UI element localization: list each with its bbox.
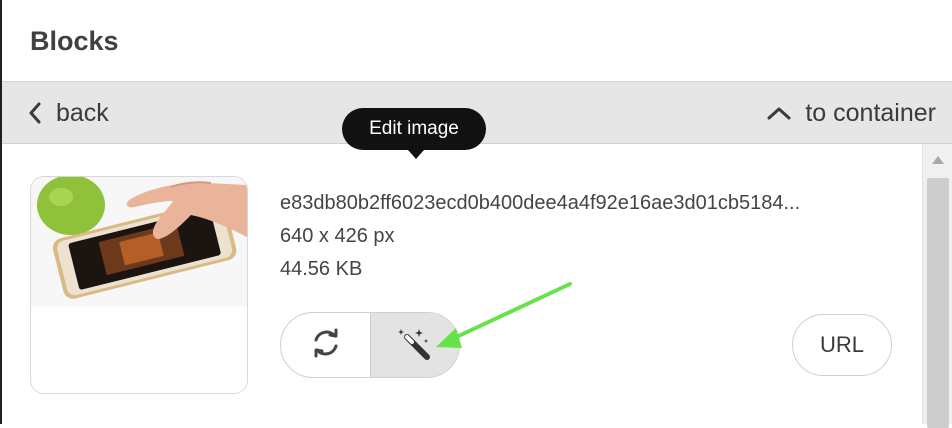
- to-container-button[interactable]: to container: [767, 82, 936, 144]
- image-dimensions: 640 x 426 px: [280, 225, 395, 247]
- refresh-icon: [309, 326, 343, 365]
- panel-title: Blocks: [30, 26, 119, 56]
- tooltip-pointer: [408, 150, 424, 159]
- chevron-up-icon: [767, 106, 791, 120]
- image-file-size: 44.56 KB: [280, 258, 363, 280]
- phone-photo-image: [31, 177, 247, 393]
- image-thumbnail[interactable]: [30, 176, 248, 394]
- url-button[interactable]: URL: [792, 314, 892, 376]
- back-button[interactable]: back: [28, 82, 109, 144]
- image-filename: e83db80b2ff6023ecd0b400dee4a4f92e16ae3d0…: [280, 192, 801, 214]
- scroll-up-arrow-icon[interactable]: [932, 156, 944, 164]
- edit-image-button[interactable]: [370, 313, 459, 377]
- to-container-label: to container: [805, 98, 936, 127]
- edit-image-tooltip: Edit image: [342, 108, 486, 150]
- replace-image-button[interactable]: [281, 313, 370, 377]
- image-action-group: [280, 312, 460, 378]
- scroll-thumb[interactable]: [927, 178, 949, 428]
- vertical-scrollbar[interactable]: [922, 144, 952, 428]
- chevron-left-icon: [28, 102, 42, 124]
- panel-header: Blocks: [2, 0, 952, 82]
- image-block-editor: e83db80b2ff6023ecd0b400dee4a4f92e16ae3d0…: [2, 144, 922, 424]
- back-label: back: [56, 98, 109, 127]
- magic-wand-icon: [397, 325, 433, 366]
